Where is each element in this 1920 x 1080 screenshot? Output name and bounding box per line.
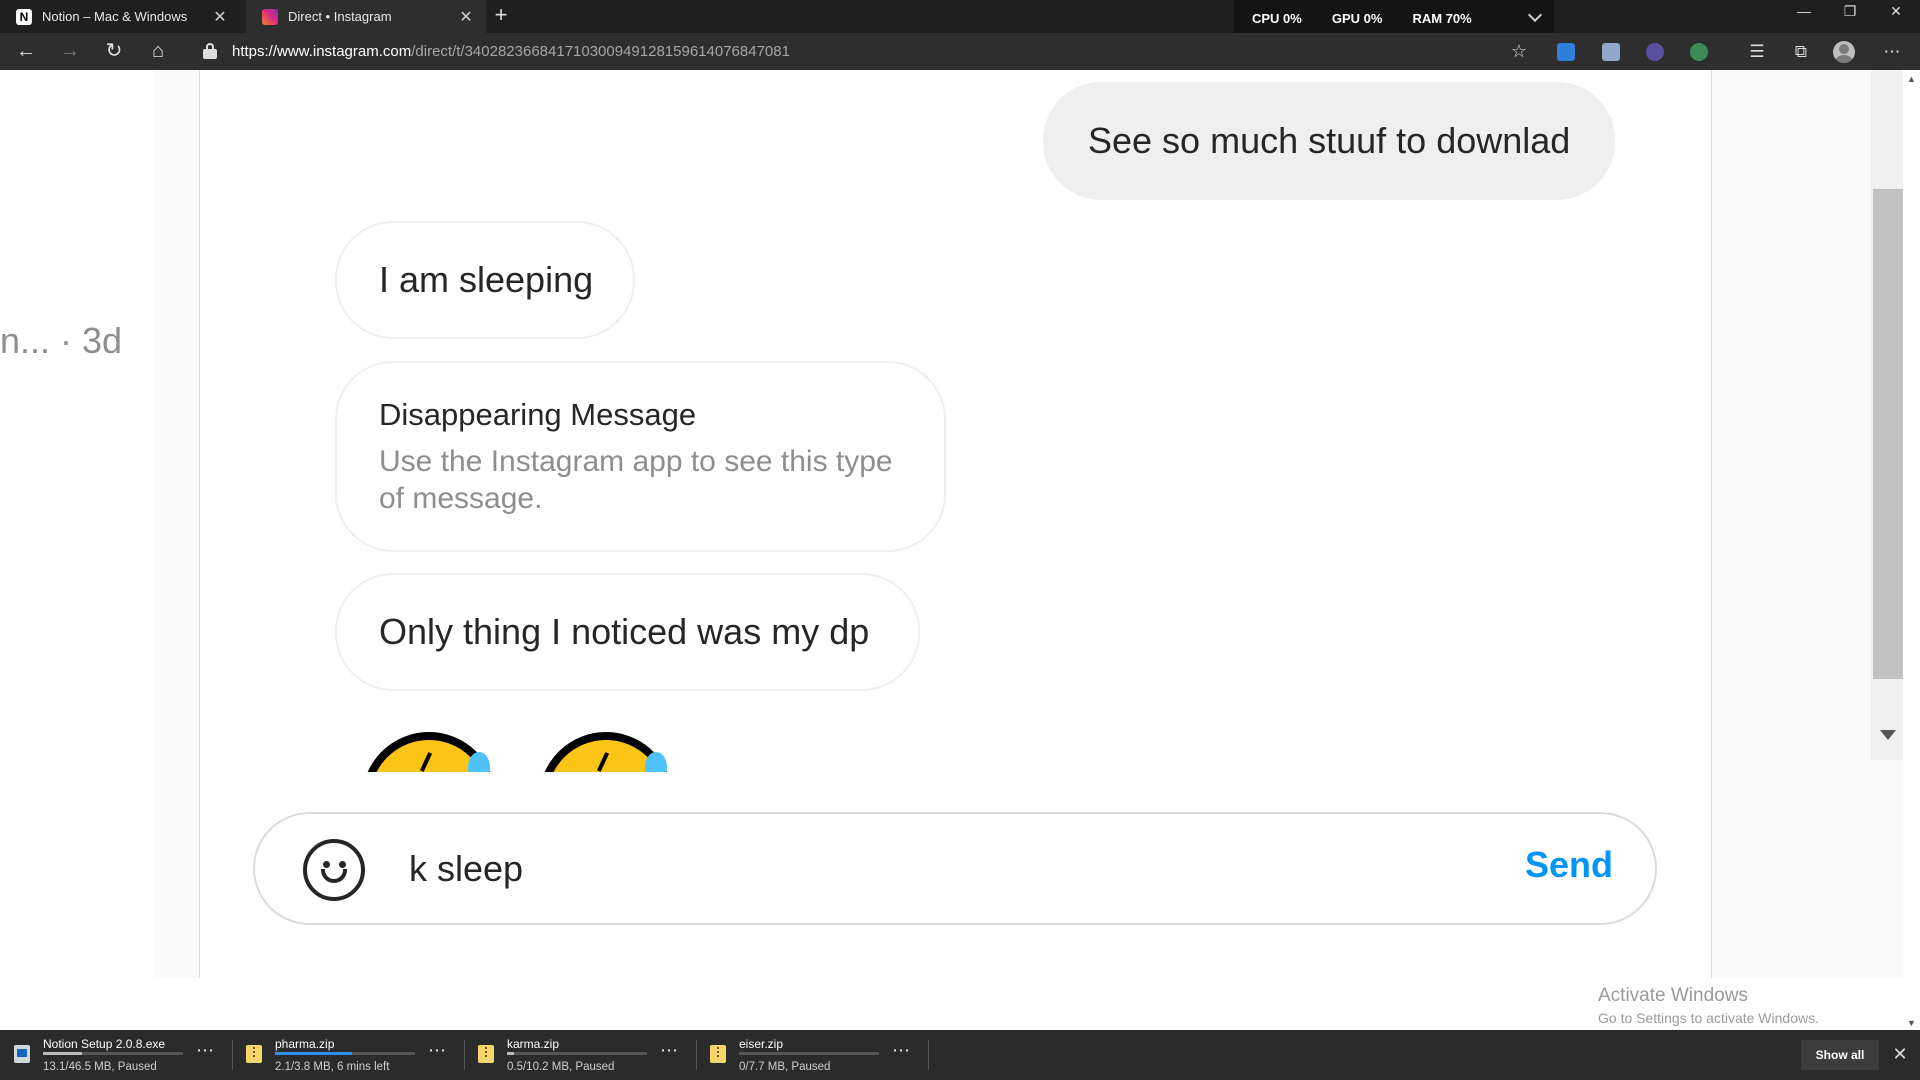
forward-button[interactable]: → [52,33,88,70]
message-text: Only thing I noticed was my dp [379,611,870,652]
favorite-star-icon[interactable]: ☆ [1508,33,1530,70]
instagram-logo-icon [262,8,278,25]
download-filename: karma.zip [507,1037,560,1051]
download-filename: Notion Setup 2.0.8.exe [43,1037,166,1051]
conversation-list: n... · 3d [0,70,154,978]
send-button[interactable]: Send [1525,844,1613,886]
more-options-icon[interactable]: ⋯ [660,1040,678,1061]
download-status: 13.1/46.5 MB, Paused [43,1061,157,1073]
download-progress-fill [275,1052,352,1055]
message-composer: Send [253,812,1657,925]
download-item[interactable]: pharma.zip 2.1/3.8 MB, 6 mins left ⋯ [232,1030,462,1080]
message-text: See so much stuuf to downlad [1088,120,1571,161]
download-status: 2.1/3.8 MB, 6 mins left [275,1061,390,1073]
download-status: 0.5/10.2 MB, Paused [507,1061,615,1073]
profile-avatar[interactable] [1833,41,1855,63]
tab-instagram[interactable]: Direct • Instagram ✕ [246,0,486,33]
tab-title: Notion – Mac & Windows [42,9,188,24]
more-options-icon[interactable]: ⋯ [196,1040,214,1061]
extension-icon[interactable] [1690,43,1708,61]
cpu-usage: CPU 0% [1252,10,1302,26]
download-item[interactable]: karma.zip 0.5/10.2 MB, Paused ⋯ [464,1030,694,1080]
more-options-icon[interactable]: ⋯ [892,1040,910,1061]
download-progress [507,1052,647,1055]
zip-file-icon [478,1045,494,1063]
show-all-downloads-button[interactable]: Show all [1801,1040,1879,1070]
watermark-title: Activate Windows [1598,985,1748,1006]
exe-file-icon [14,1045,30,1063]
home-button[interactable]: ⌂ [140,33,176,70]
download-status: 0/7.7 MB, Paused [739,1061,831,1073]
close-tab-icon[interactable]: ✕ [212,7,228,27]
lock-icon[interactable] [203,43,217,59]
message-bubble-received: I am sleeping [335,221,635,339]
scrollbar-thumb[interactable] [1873,189,1903,679]
notion-logo-icon: N [16,8,32,25]
download-filename: eiser.zip [739,1037,784,1051]
qr-extension-icon[interactable] [1602,43,1620,61]
back-button[interactable]: ← [8,33,44,70]
ram-usage: RAM 70% [1412,10,1472,26]
download-item[interactable]: eiser.zip 0/7.7 MB, Paused ⋯ [696,1030,926,1080]
download-item[interactable]: Notion Setup 2.0.8.exe 13.1/46.5 MB, Pau… [0,1030,230,1080]
close-downloads-bar-icon[interactable]: ✕ [1888,1041,1912,1067]
message-bubble-sent: See so much stuuf to downlad [1043,82,1615,200]
chevron-down-icon[interactable] [1527,7,1543,23]
tab-notion[interactable]: N Notion – Mac & Windows ✕ [0,0,240,33]
crying-laughing-emoji-icon [539,732,673,772]
scroll-down-arrow-icon[interactable] [1880,730,1896,740]
browser-tab-bar: N Notion – Mac & Windows ✕ Direct • Inst… [0,0,1920,36]
zip-file-icon [246,1045,262,1063]
performance-monitor: CPU 0% GPU 0% RAM 70% [1234,0,1554,36]
more-options-icon[interactable]: ⋯ [428,1040,446,1061]
disappearing-message-card: Disappearing Message Use the Instagram a… [335,361,946,552]
message-bubble-received: Only thing I noticed was my dp [335,573,920,691]
instagram-direct-page: n... · 3d See so much stuuf to downlad I… [0,70,1920,978]
download-progress [43,1052,183,1055]
close-tab-icon[interactable]: ✕ [458,7,474,27]
extension-icon[interactable] [1646,43,1664,61]
message-text: I am sleeping [379,259,594,300]
disappearing-message-title: Disappearing Message [379,396,697,432]
tab-title: Direct • Instagram [288,9,392,24]
url-host: https://www.instagram.com [232,43,412,60]
translate-extension-icon[interactable] [1557,43,1575,61]
divider [928,1040,929,1070]
gpu-usage: GPU 0% [1331,10,1383,26]
new-tab-button[interactable]: + [490,0,512,33]
message-input[interactable] [409,838,1459,900]
scroll-up-arrow-icon[interactable]: ▲ [1907,74,1916,84]
messages-scrollbar[interactable] [1871,70,1905,760]
zip-file-icon [710,1045,726,1063]
download-progress-fill [43,1052,83,1055]
watermark-subtitle: Go to Settings to activate Windows. [1598,1010,1819,1026]
url-path: /direct/t/340282366841710300949128159614… [411,43,790,60]
page-scrollbar[interactable]: ▲ ▼ [1903,70,1920,1030]
browser-toolbar: ← → ↻ ⌂ https://www.instagram.com/direct… [0,33,1920,70]
downloads-bar: Notion Setup 2.0.8.exe 13.1/46.5 MB, Pau… [0,1030,1920,1080]
download-filename: pharma.zip [275,1037,335,1051]
refresh-button[interactable]: ↻ [96,33,132,70]
address-bar[interactable]: https://www.instagram.com/direct/t/34028… [232,39,1532,65]
more-menu-icon[interactable]: ⋯ [1877,33,1907,70]
collections-icon[interactable]: ⧉ [1786,33,1816,70]
emoji-picker-icon[interactable] [303,839,365,901]
download-progress [739,1052,879,1055]
download-progress [275,1052,415,1055]
conversation-preview[interactable]: n... · 3d [0,320,122,362]
download-progress-fill [507,1052,514,1055]
scroll-down-arrow-icon[interactable]: ▼ [1907,1018,1916,1028]
favorites-icon[interactable]: ☰ [1742,33,1772,70]
disappearing-message-body: Use the Instagram app to see this type o… [379,444,893,515]
crying-laughing-emoji-icon [362,732,496,772]
windows-activation-watermark: Activate Windows Go to Settings to activ… [1598,985,1819,1026]
chat-panel: See so much stuuf to downlad I am sleepi… [199,70,1905,978]
window-close-button[interactable]: ✕ [1868,0,1920,33]
